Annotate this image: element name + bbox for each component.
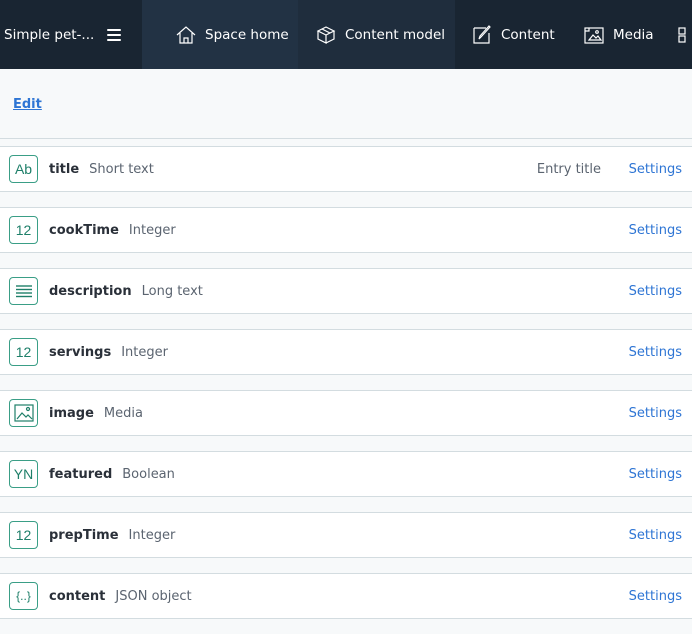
field-row[interactable]: YN featured Boolean Settings xyxy=(0,451,692,497)
field-row[interactable]: image Media Settings xyxy=(0,390,692,436)
field-name: prepTime xyxy=(49,528,119,543)
field-type: Media xyxy=(103,406,143,421)
field-name: description xyxy=(49,284,132,299)
nav-label: Media xyxy=(613,26,654,43)
field-type: Boolean xyxy=(122,467,175,482)
content-icon xyxy=(471,24,493,46)
field-row[interactable]: 12 servings Integer Settings xyxy=(0,329,692,375)
nav-content-model[interactable]: Content model xyxy=(298,0,455,69)
json-object-icon: {..} xyxy=(9,582,38,610)
field-settings-link[interactable]: Settings xyxy=(629,589,682,604)
nav-content[interactable]: Content xyxy=(455,0,567,69)
field-row[interactable]: 12 cookTime Integer Settings xyxy=(0,207,692,253)
field-type: Long text xyxy=(141,284,203,299)
space-name: Simple pet-... xyxy=(4,26,95,43)
short-text-icon: Ab xyxy=(9,155,38,183)
long-text-icon xyxy=(9,277,38,305)
apps-icon xyxy=(677,24,692,46)
home-icon xyxy=(175,24,197,46)
field-settings-link[interactable]: Settings xyxy=(629,345,682,360)
field-row[interactable]: Ab title Short text Entry title Settings xyxy=(0,146,692,192)
field-row[interactable]: {..} content JSON object Settings xyxy=(0,573,692,619)
field-settings-link[interactable]: Settings xyxy=(629,284,682,299)
field-name: content xyxy=(49,589,106,604)
content-type-header: Edit xyxy=(0,69,692,139)
field-type: Integer xyxy=(121,345,168,360)
entry-title-badge: Entry title xyxy=(536,162,601,177)
field-name: servings xyxy=(49,345,112,360)
field-type: Integer xyxy=(128,223,176,238)
field-settings-link[interactable]: Settings xyxy=(629,406,682,421)
nav-label: Content model xyxy=(345,26,446,43)
nav-more-item[interactable] xyxy=(671,0,692,69)
edit-link[interactable]: Edit xyxy=(13,97,42,112)
field-name: image xyxy=(49,406,94,421)
field-name: featured xyxy=(49,467,113,482)
field-settings-link[interactable]: Settings xyxy=(629,528,682,543)
integer-icon: 12 xyxy=(9,521,38,549)
nav-media[interactable]: Media xyxy=(567,0,671,69)
nav-space-home[interactable]: Space home xyxy=(142,0,298,69)
field-settings-link[interactable]: Settings xyxy=(629,467,682,482)
space-switcher[interactable]: Simple pet-... xyxy=(0,0,142,69)
field-row[interactable]: description Long text Settings xyxy=(0,268,692,314)
integer-icon: 12 xyxy=(9,338,38,366)
field-type: Integer xyxy=(128,528,176,543)
media-field-icon xyxy=(9,399,38,427)
field-settings-link[interactable]: Settings xyxy=(629,223,682,238)
field-settings-link[interactable]: Settings xyxy=(629,162,682,177)
nav-label: Content xyxy=(501,26,555,43)
field-type: Short text xyxy=(89,162,154,177)
top-navigation: Simple pet-... Space home Content model … xyxy=(0,0,692,69)
field-row[interactable]: 12 prepTime Integer Settings xyxy=(0,512,692,558)
content-model-icon xyxy=(315,24,337,46)
hamburger-menu-icon[interactable] xyxy=(107,28,122,41)
field-name: cookTime xyxy=(49,223,119,238)
nav-label: Space home xyxy=(205,26,289,43)
field-name: title xyxy=(49,162,80,177)
boolean-icon: YN xyxy=(9,460,38,488)
field-type: JSON object xyxy=(115,589,192,604)
integer-icon: 12 xyxy=(9,216,38,244)
media-icon xyxy=(583,24,605,46)
